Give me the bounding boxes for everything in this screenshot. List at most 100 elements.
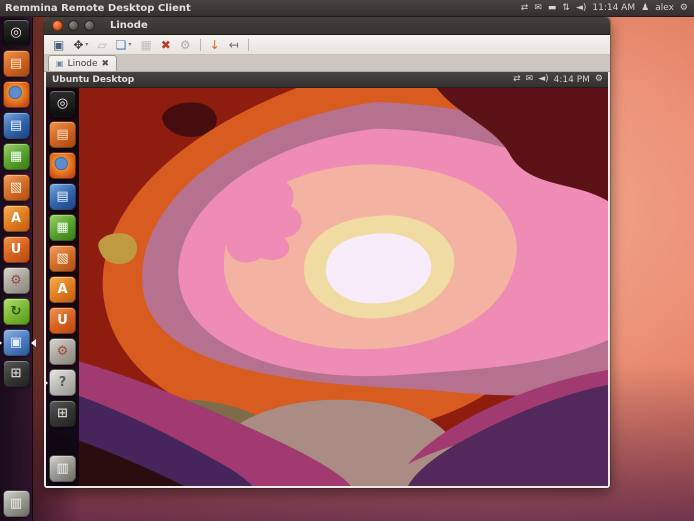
system-settings-icon[interactable]: ⚙: [3, 267, 30, 294]
toolbar-separator: [200, 39, 201, 51]
tab-bar: ▣ Linode ✖: [44, 55, 610, 72]
user-icon: ♟: [641, 4, 649, 13]
remote-desktop-view[interactable]: Ubuntu Desktop ⇄ ✉ ◄) 4:14 PM ⚙ ◎ ▤ ▤ ▦ ▧ A U ⚙…: [46, 72, 608, 486]
network-icon[interactable]: ⇄: [521, 4, 529, 13]
trash-icon[interactable]: ▥: [3, 490, 30, 517]
remote-ubuntu-one-glyph: U: [57, 314, 68, 327]
fullscreen-icon[interactable]: ▣: [53, 39, 64, 51]
desktop: Remmina Remote Desktop Client ⇄ ✉ ▬ ⇅ ◄)…: [0, 0, 694, 521]
workspace-switcher-icon[interactable]: ⊞: [3, 360, 30, 387]
clock[interactable]: 11:14 AM: [592, 3, 635, 13]
tab-linode[interactable]: ▣ Linode ✖: [48, 55, 117, 71]
remote-panel-title: Ubuntu Desktop: [46, 75, 134, 85]
tab-close-icon[interactable]: ✖: [102, 59, 110, 69]
close-button[interactable]: [52, 20, 63, 31]
remote-system-settings-icon[interactable]: ⚙: [49, 338, 76, 365]
software-updater-icon[interactable]: ↻: [3, 298, 30, 325]
disconnect-plug-glyph: ↤: [229, 39, 239, 51]
remote-libreoffice-writer-glyph: ▤: [56, 190, 68, 203]
pan-viewport-icon[interactable]: ✥▾: [73, 39, 88, 51]
mail-icon[interactable]: ✉: [534, 4, 542, 13]
home-folder-icon[interactable]: ▤: [3, 50, 30, 77]
remote-session-gear-icon[interactable]: ⚙: [595, 75, 603, 84]
remote-home-folder-glyph: ▤: [56, 128, 68, 141]
remote-network-icon[interactable]: ⇄: [513, 75, 521, 84]
remote-system-tray: ⇄ ✉ ◄) 4:14 PM ⚙: [513, 75, 608, 85]
dash-home-glyph: ◎: [10, 26, 21, 39]
username[interactable]: alex: [655, 3, 674, 13]
libreoffice-calc-icon[interactable]: ▦: [3, 143, 30, 170]
remote-home-folder-icon[interactable]: ▤: [49, 121, 76, 148]
remote-libreoffice-calc-glyph: ▦: [56, 221, 68, 234]
preferences-tools-icon[interactable]: ✖: [161, 39, 171, 51]
remote-clock[interactable]: 4:14 PM: [554, 75, 590, 85]
remote-software-center-glyph: A: [57, 283, 67, 296]
remote-libreoffice-calc-icon[interactable]: ▦: [49, 214, 76, 241]
remote-firefox-icon[interactable]: [49, 152, 76, 179]
dropdown-caret-icon[interactable]: ▾: [128, 42, 131, 48]
toolbar-separator: [248, 39, 249, 51]
system-tray: ⇄ ✉ ▬ ⇅ ◄) 11:14 AM ♟ alex ⚙: [521, 3, 694, 13]
remote-unknown-app-icon[interactable]: ?: [49, 369, 76, 396]
dropdown-caret-icon[interactable]: ▾: [85, 42, 88, 48]
screenshot-icon[interactable]: ❏▾: [116, 39, 132, 51]
software-center-glyph: A: [11, 212, 21, 225]
remote-ubuntu-one-icon[interactable]: U: [49, 307, 76, 334]
keyboard-grab-glyph: ▦: [140, 39, 151, 51]
remote-wallpaper: [46, 87, 608, 486]
battery-icon[interactable]: ▬: [548, 4, 557, 13]
volume-icon[interactable]: ◄): [576, 4, 586, 13]
active-app-title: Remmina Remote Desktop Client: [0, 3, 191, 14]
minimize-to-tray-icon[interactable]: ↓: [210, 39, 220, 51]
remote-unknown-app-glyph: ?: [59, 376, 67, 389]
home-folder-glyph: ▤: [10, 57, 22, 70]
connection-icon: ▣: [56, 59, 64, 68]
remote-software-center-icon[interactable]: A: [49, 276, 76, 303]
settings-gears-icon[interactable]: ⚙: [180, 39, 191, 51]
remote-trash-icon[interactable]: ▥: [49, 455, 76, 482]
remote-dash-home-glyph: ◎: [57, 97, 68, 110]
minimize-button[interactable]: [68, 20, 79, 31]
firefox-icon[interactable]: [3, 81, 30, 108]
remote-libreoffice-writer-icon[interactable]: ▤: [49, 183, 76, 210]
scaled-mode-glyph: ▱: [97, 39, 106, 51]
ubuntu-one-glyph: U: [11, 243, 22, 256]
keyboard-grab-icon[interactable]: ▦: [140, 39, 151, 51]
libreoffice-impress-icon[interactable]: ▧: [3, 174, 30, 201]
libreoffice-calc-glyph: ▦: [10, 150, 22, 163]
remmina-glyph: ▣: [10, 336, 22, 349]
remmina-window: Linode ▣✥▾▱❏▾▦✖⚙↓↤ ▣ Linode ✖: [44, 17, 610, 488]
tab-label: Linode: [68, 59, 98, 69]
fullscreen-glyph: ▣: [53, 39, 64, 51]
software-center-icon[interactable]: A: [3, 205, 30, 232]
scaled-mode-icon[interactable]: ▱: [97, 39, 106, 51]
remote-dash-home-icon[interactable]: ◎: [49, 90, 76, 117]
maximize-button[interactable]: [84, 20, 95, 31]
unity-launcher: ◎ ▤ ▤ ▦ ▧ A U ⚙ ↻ ▣ ⊞ ▥: [0, 16, 33, 521]
dash-home-icon[interactable]: ◎: [3, 19, 30, 46]
remote-workspace-switcher-icon[interactable]: ⊞: [49, 400, 76, 427]
pan-viewport-glyph: ✥: [73, 39, 83, 51]
window-toolbar: ▣✥▾▱❏▾▦✖⚙↓↤: [44, 35, 610, 55]
ubuntu-one-icon[interactable]: U: [3, 236, 30, 263]
focused-indicator-arrow: [27, 339, 36, 347]
workspace-switcher-glyph: ⊞: [11, 367, 22, 380]
settings-gears-glyph: ⚙: [180, 39, 191, 51]
libreoffice-writer-glyph: ▤: [10, 119, 22, 132]
remmina-icon[interactable]: ▣: [3, 329, 30, 356]
libreoffice-writer-icon[interactable]: ▤: [3, 112, 30, 139]
system-settings-glyph: ⚙: [10, 274, 22, 287]
remote-unity-launcher: ◎ ▤ ▤ ▦ ▧ A U ⚙? ⊞ ▥: [46, 87, 79, 486]
running-indicator-arrow: [46, 379, 52, 387]
remote-volume-icon[interactable]: ◄): [538, 75, 548, 84]
screenshot-glyph: ❏: [116, 39, 127, 51]
remote-trash-glyph: ▥: [56, 462, 68, 475]
remote-libreoffice-impress-icon[interactable]: ▧: [49, 245, 76, 272]
remote-top-panel: Ubuntu Desktop ⇄ ✉ ◄) 4:14 PM ⚙: [46, 72, 608, 88]
sync-arrows-icon[interactable]: ⇅: [562, 4, 570, 13]
running-indicator-arrow: [0, 339, 6, 347]
disconnect-plug-icon[interactable]: ↤: [229, 39, 239, 51]
session-gear-icon[interactable]: ⚙: [680, 4, 688, 13]
window-titlebar[interactable]: Linode: [44, 17, 610, 35]
remote-mail-icon[interactable]: ✉: [526, 75, 534, 84]
